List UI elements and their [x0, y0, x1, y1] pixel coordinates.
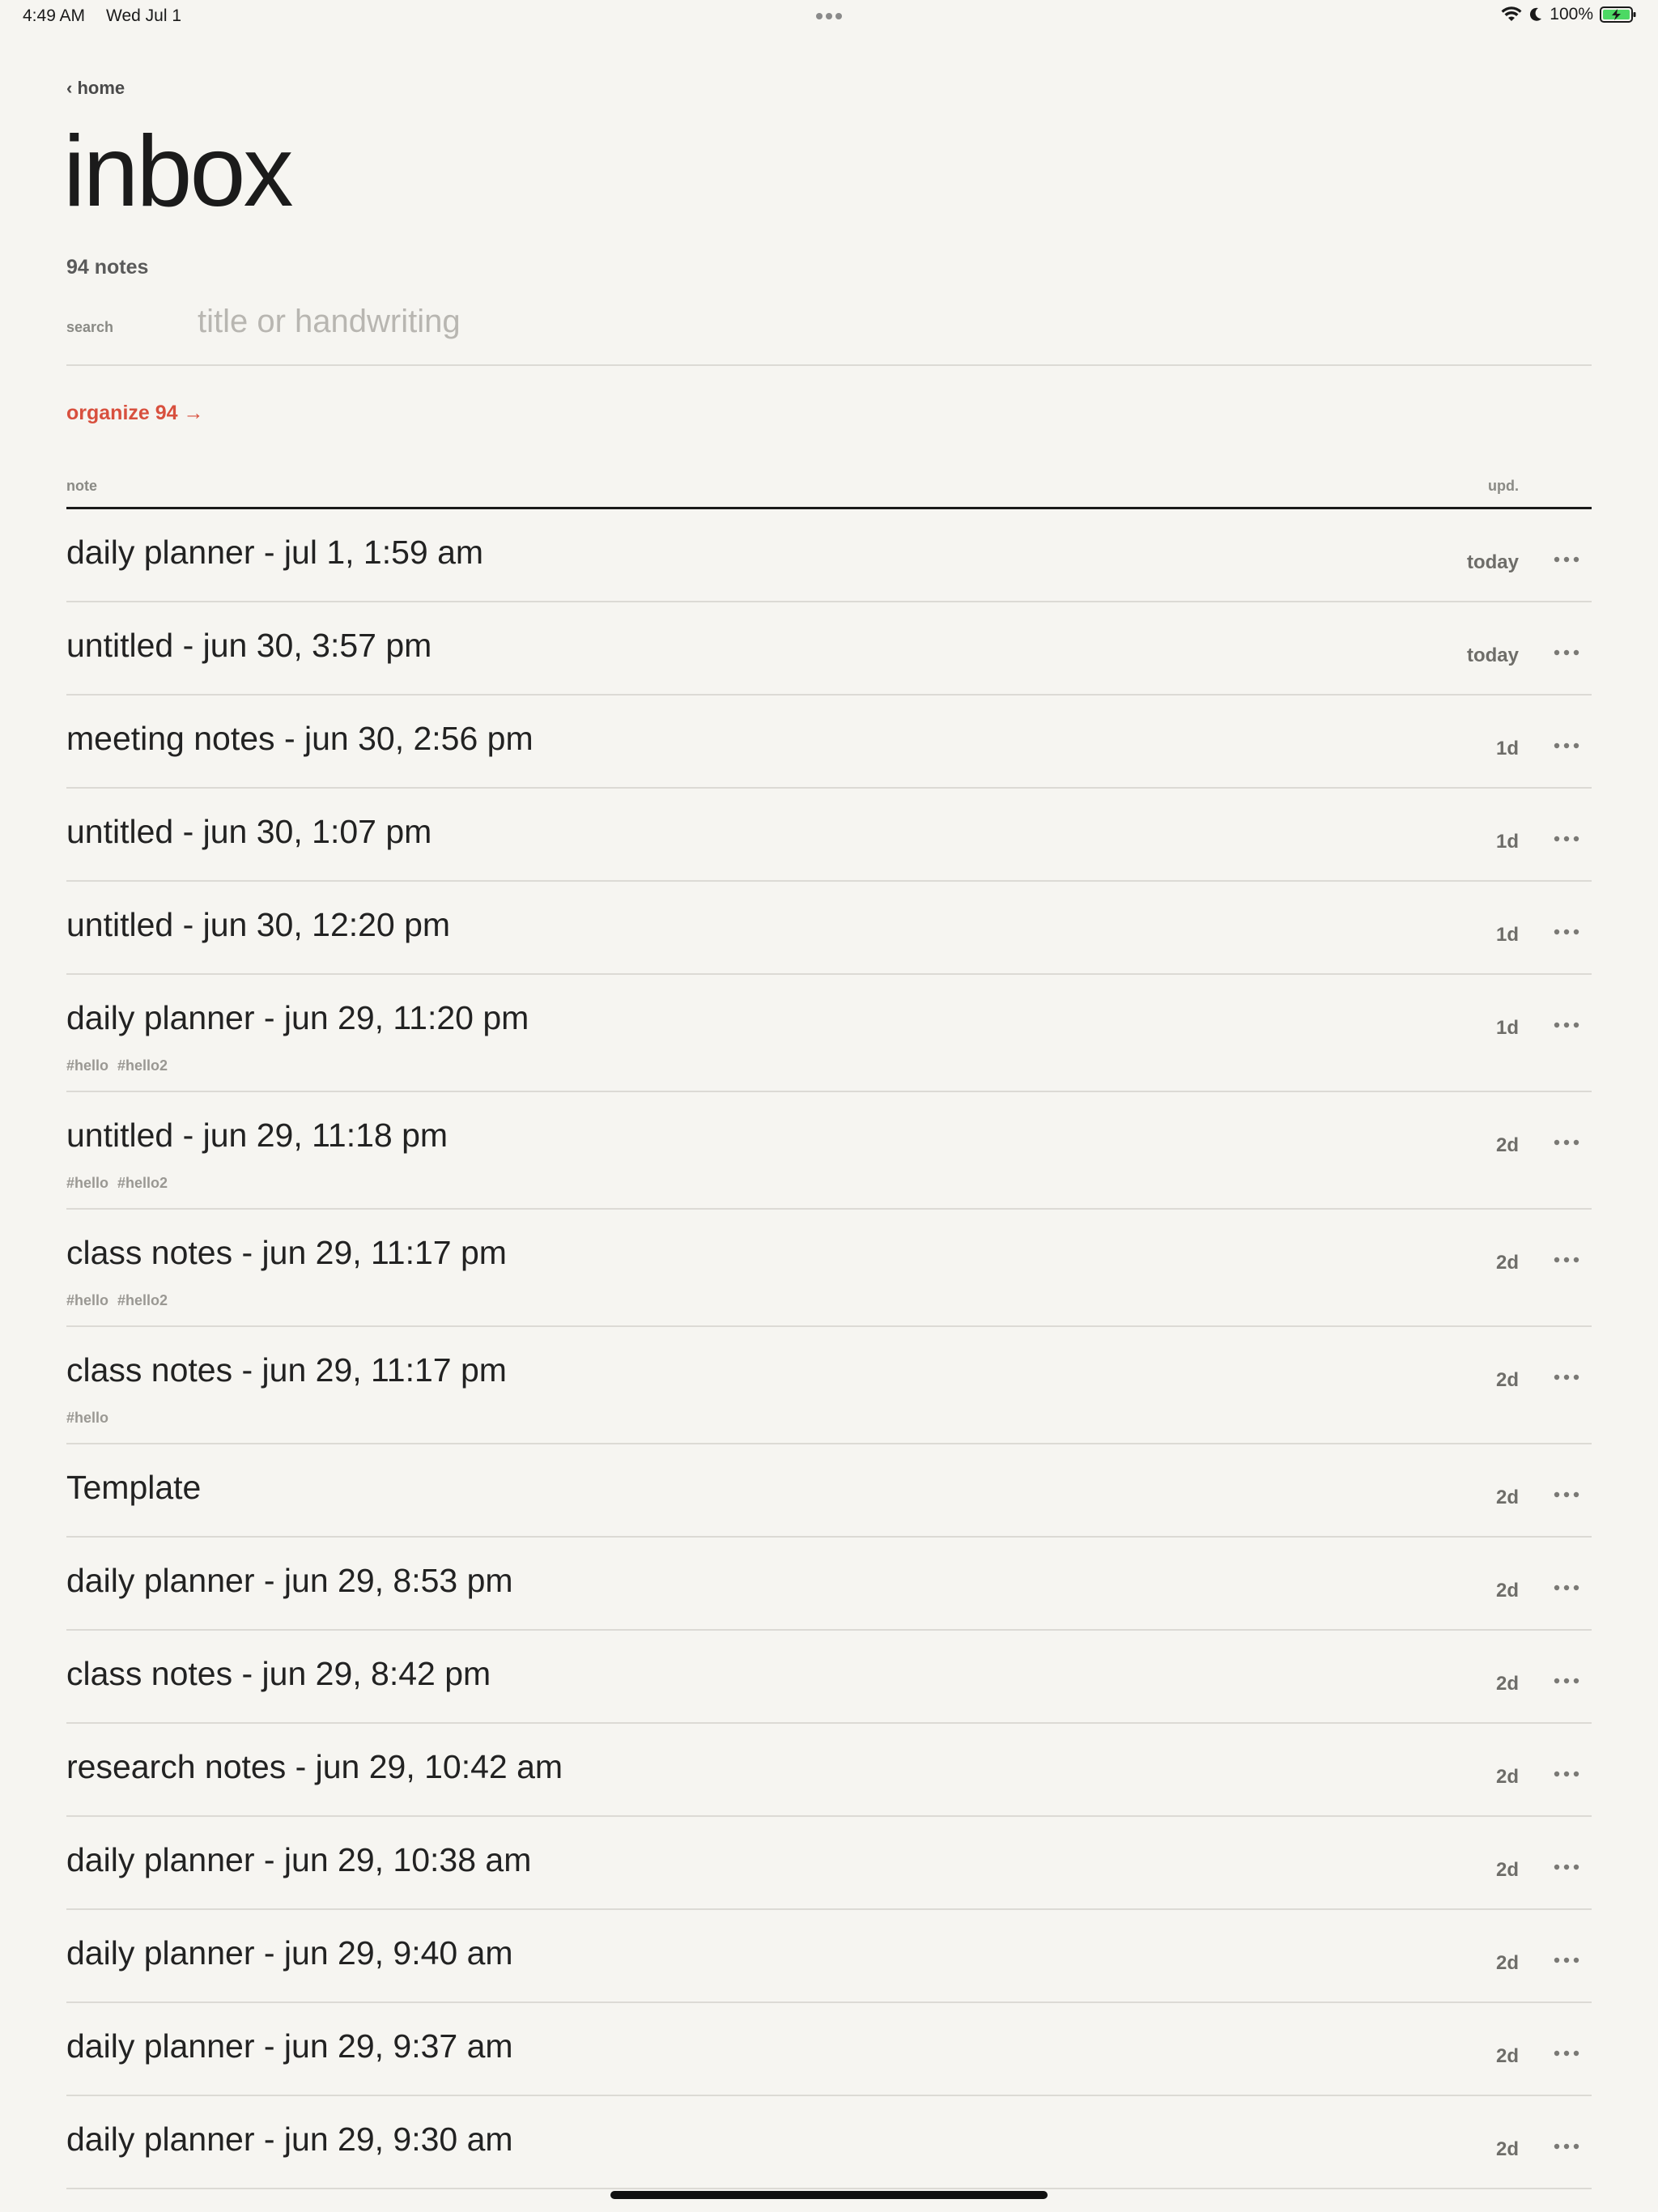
- more-options-icon[interactable]: [1553, 555, 1580, 564]
- back-home-link[interactable]: ‹ home: [66, 78, 125, 99]
- more-options-icon[interactable]: [1553, 1490, 1580, 1499]
- note-title: Template: [66, 1469, 202, 1506]
- search-input[interactable]: [196, 300, 1575, 343]
- home-indicator[interactable]: [610, 2191, 1048, 2199]
- note-updated: 1d: [1495, 831, 1519, 853]
- note-title: untitled - jun 29, 11:18 pm: [66, 1117, 449, 1154]
- page-title: inbox: [63, 116, 293, 228]
- note-row[interactable]: class notes - jun 29, 11:17 pm #hello 2d: [66, 1327, 1592, 1444]
- note-row[interactable]: untitled - jun 30, 3:57 pm today: [66, 602, 1592, 696]
- organize-link[interactable]: organize 94 →: [66, 402, 204, 425]
- battery-charging-icon: [1600, 6, 1636, 23]
- more-options-icon[interactable]: [1553, 648, 1580, 657]
- more-options-icon[interactable]: [1553, 741, 1580, 751]
- column-header-note: note: [66, 478, 97, 494]
- more-options-icon[interactable]: [1553, 834, 1580, 844]
- note-row[interactable]: class notes - jun 29, 8:42 pm 2d: [66, 1631, 1592, 1724]
- more-options-icon[interactable]: [1553, 927, 1580, 937]
- battery-percent: 100%: [1550, 5, 1593, 23]
- status-time: 4:49 AM: [23, 6, 86, 25]
- note-count: 94 notes: [66, 256, 149, 279]
- search-row: search: [66, 300, 1592, 366]
- note-updated: 2d: [1495, 1369, 1519, 1391]
- status-bar: 4:49 AM Wed Jul 1 100%: [0, 0, 1658, 36]
- status-indicators: 100%: [1501, 5, 1637, 24]
- note-updated: 2d: [1495, 1766, 1519, 1788]
- list-header: note upd.: [66, 474, 1592, 509]
- note-title: class notes - jun 29, 11:17 pm: [66, 1234, 507, 1271]
- note-updated: today: [1466, 644, 1519, 666]
- note-title: daily planner - jul 1, 1:59 am: [66, 534, 484, 571]
- more-options-icon[interactable]: [1553, 1020, 1580, 1030]
- note-title: daily planner - jun 29, 9:30 am: [66, 2121, 513, 2158]
- note-tags: #hello #hello2: [66, 1057, 168, 1074]
- more-options-icon[interactable]: [1553, 2048, 1580, 2058]
- more-options-icon[interactable]: [1553, 1372, 1580, 1382]
- note-updated: 1d: [1495, 924, 1519, 946]
- note-title: daily planner - jun 29, 9:37 am: [66, 2027, 513, 2065]
- note-updated: 2d: [1495, 2045, 1519, 2067]
- note-row[interactable]: untitled - jun 30, 1:07 pm 1d: [66, 789, 1592, 882]
- note-tags: #hello: [66, 1410, 109, 1426]
- note-updated: 2d: [1495, 1487, 1519, 1508]
- note-updated: 1d: [1495, 1017, 1519, 1039]
- note-tags: #hello #hello2: [66, 1175, 168, 1191]
- moon-icon: [1530, 7, 1542, 21]
- note-updated: 2d: [1495, 1952, 1519, 1974]
- more-options-icon[interactable]: [1553, 1955, 1580, 1965]
- note-row[interactable]: daily planner - jun 29, 9:40 am 2d: [66, 1910, 1592, 2003]
- note-row[interactable]: daily planner - jun 29, 9:37 am 2d: [66, 2003, 1592, 2096]
- more-options-icon[interactable]: [1553, 1769, 1580, 1779]
- note-row[interactable]: daily planner - jun 29, 10:38 am 2d: [66, 1817, 1592, 1910]
- more-options-icon[interactable]: [1553, 2142, 1580, 2151]
- more-options-icon[interactable]: [1553, 1583, 1580, 1593]
- note-row[interactable]: research notes - jun 29, 10:42 am 2d: [66, 1724, 1592, 1817]
- note-row[interactable]: daily planner - jun 29, 8:53 pm 2d: [66, 1538, 1592, 1631]
- note-title: class notes - jun 29, 11:17 pm: [66, 1351, 507, 1389]
- more-options-icon[interactable]: [1553, 1138, 1580, 1147]
- note-row[interactable]: Template 2d: [66, 1444, 1592, 1538]
- note-title: daily planner - jun 29, 8:53 pm: [66, 1562, 513, 1599]
- note-updated: 2d: [1495, 2138, 1519, 2160]
- note-updated: 2d: [1495, 1252, 1519, 1274]
- note-updated: today: [1466, 551, 1519, 573]
- note-title: research notes - jun 29, 10:42 am: [66, 1748, 563, 1785]
- search-label: search: [66, 319, 114, 335]
- note-updated: 2d: [1495, 1580, 1519, 1602]
- note-updated: 1d: [1495, 738, 1519, 759]
- note-title: daily planner - jun 29, 11:20 pm: [66, 999, 529, 1036]
- multitasking-dots-icon[interactable]: [813, 8, 845, 24]
- note-updated: 2d: [1495, 1673, 1519, 1695]
- note-row[interactable]: daily planner - jun 29, 9:30 am 2d: [66, 2096, 1592, 2189]
- note-title: daily planner - jun 29, 10:38 am: [66, 1841, 532, 1878]
- note-row[interactable]: untitled - jun 30, 12:20 pm 1d: [66, 882, 1592, 975]
- note-title: daily planner - jun 29, 9:40 am: [66, 1934, 513, 1972]
- note-title: untitled - jun 30, 12:20 pm: [66, 906, 451, 943]
- note-row[interactable]: untitled - jun 29, 11:18 pm #hello #hello…: [66, 1092, 1592, 1210]
- note-updated: 2d: [1495, 1134, 1519, 1156]
- note-list: daily planner - jul 1, 1:59 am today untit…: [66, 509, 1592, 2189]
- note-row[interactable]: meeting notes - jun 30, 2:56 pm 1d: [66, 696, 1592, 789]
- column-header-updated: upd.: [1488, 478, 1519, 494]
- note-title: untitled - jun 30, 1:07 pm: [66, 813, 432, 850]
- more-options-icon[interactable]: [1553, 1255, 1580, 1265]
- note-title: untitled - jun 30, 3:57 pm: [66, 627, 432, 664]
- note-row[interactable]: daily planner - jul 1, 1:59 am today: [66, 509, 1592, 602]
- note-tags: #hello #hello2: [66, 1292, 168, 1308]
- note-title: meeting notes - jun 30, 2:56 pm: [66, 720, 534, 757]
- note-title: class notes - jun 29, 8:42 pm: [66, 1655, 491, 1692]
- note-row[interactable]: class notes - jun 29, 11:17 pm #hello #he…: [66, 1210, 1592, 1327]
- status-date: Wed Jul 1: [106, 6, 181, 25]
- more-options-icon[interactable]: [1553, 1676, 1580, 1686]
- note-row[interactable]: daily planner - jun 29, 11:20 pm #hello #…: [66, 975, 1592, 1092]
- note-updated: 2d: [1495, 1859, 1519, 1881]
- more-options-icon[interactable]: [1553, 1862, 1580, 1872]
- wifi-icon: [1501, 6, 1522, 21]
